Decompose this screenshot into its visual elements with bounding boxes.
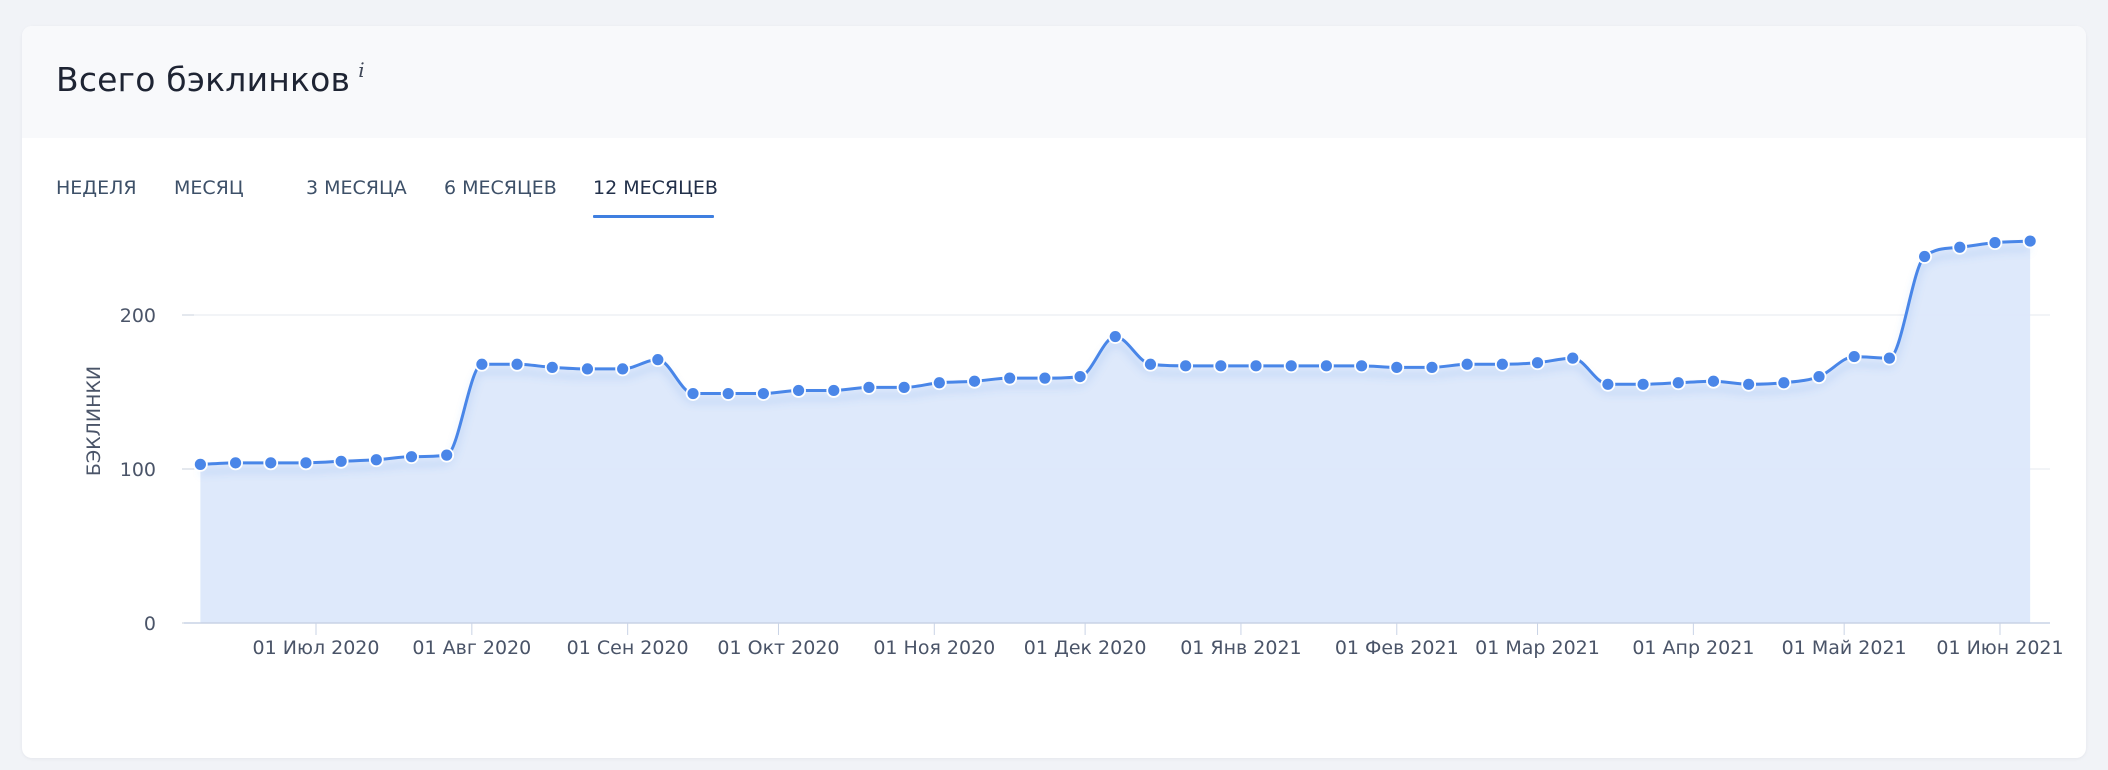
data-point[interactable] [580,361,595,377]
data-point[interactable] [615,361,631,377]
data-point[interactable] [333,453,349,469]
data-point[interactable] [1987,235,2003,251]
y-axis-title: БЭКЛИНКИ [83,366,105,476]
data-point[interactable] [896,379,912,395]
data-point[interactable] [2022,233,2038,249]
y-tick-label: 0 [144,613,156,635]
data-point[interactable] [192,456,208,472]
data-point[interactable] [967,373,982,389]
data-point[interactable] [1952,239,1968,255]
data-point[interactable] [404,449,419,465]
x-tick-label: 01 Янв 2021 [1180,637,1301,659]
data-point[interactable] [1072,369,1088,385]
y-tick-label: 200 [120,305,156,327]
data-point[interactable] [650,352,666,368]
data-point[interactable] [1107,329,1123,344]
data-point[interactable] [931,375,947,391]
data-point[interactable] [1283,358,1299,374]
backlinks-chart: 0 100 200 01 Июл 2020 01 Авг 2020 01 Сен 2020… [83,233,2064,659]
data-point[interactable] [1811,369,1827,385]
data-point[interactable] [1846,349,1862,364]
data-point[interactable] [1776,375,1792,391]
data-point[interactable] [1248,358,1264,374]
y-tick-label: 100 [120,459,156,481]
data-point[interactable] [861,379,877,395]
data-point[interactable] [228,455,243,471]
data-point[interactable] [263,455,279,471]
data-point[interactable] [368,452,384,468]
data-point[interactable] [791,383,806,398]
data-point[interactable] [1670,375,1686,391]
data-point[interactable] [826,383,842,398]
x-tick-label: 01 Май 2021 [1782,637,1907,659]
data-point[interactable] [1741,376,1757,392]
data-point[interactable] [1002,370,1018,386]
data-point[interactable] [1389,359,1405,375]
x-tick-label: 01 Дек 2020 [1024,637,1147,659]
data-point[interactable] [1882,350,1897,366]
x-tick-label: 01 Апр 2021 [1632,637,1754,659]
x-tick-label: 01 Ноя 2020 [873,637,995,659]
data-point[interactable] [1213,358,1229,374]
data-point[interactable] [685,386,701,401]
data-point[interactable] [1354,358,1369,374]
data-point[interactable] [1459,356,1475,372]
data-point[interactable] [439,447,455,463]
backlinks-card: Всего бэклинков i НЕДЕЛЯ МЕСЯЦ 3 МЕСЯЦА 6… [22,26,2086,758]
x-tick-label: 01 Мар 2021 [1475,637,1600,659]
x-tick-label: 01 Июл 2020 [253,637,380,659]
data-point[interactable] [1494,356,1510,372]
data-point[interactable] [1635,376,1651,392]
data-point[interactable] [1600,376,1616,392]
x-tick-label: 01 Сен 2020 [567,637,689,659]
data-point[interactable] [1706,373,1721,389]
data-point[interactable] [1424,359,1440,375]
data-point[interactable] [1037,370,1053,386]
x-tick-label: 01 Окт 2020 [717,637,839,659]
data-point[interactable] [720,386,736,401]
data-point[interactable] [1917,249,1932,264]
data-point[interactable] [298,455,314,471]
data-point[interactable] [544,359,560,375]
x-tick-label: 01 Фев 2021 [1335,637,1459,659]
x-tick-label: 01 Авг 2020 [412,637,531,659]
data-point[interactable] [1143,356,1158,372]
data-point[interactable] [755,386,771,401]
data-point[interactable] [1565,350,1581,366]
data-point[interactable] [1530,355,1545,371]
x-tick-label: 01 Июн 2021 [1936,637,2063,659]
data-point[interactable] [474,356,490,372]
data-point[interactable] [509,356,525,372]
series-area [200,241,2031,623]
data-point[interactable] [1319,358,1334,374]
data-point[interactable] [1178,358,1194,374]
